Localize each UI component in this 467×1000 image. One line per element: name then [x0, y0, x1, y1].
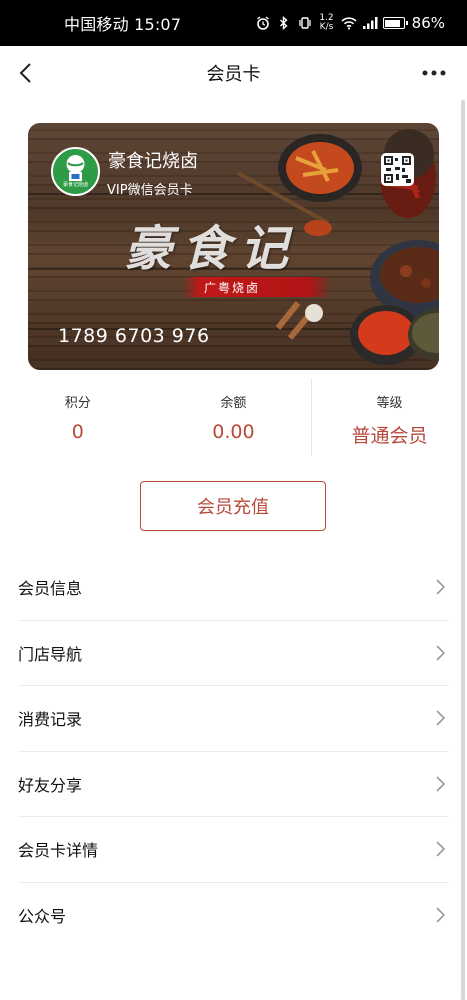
menu-item-label: 公众号	[18, 907, 67, 927]
membership-card: 豪食记烧卤 豪食记烧卤 VIP微信会员卡 豪食记 广粤烧卤 1789 6703 …	[28, 123, 439, 370]
menu-item-official-account[interactable]: 公众号	[18, 883, 449, 949]
signal-icon	[362, 16, 378, 30]
stat-label: 余额	[220, 396, 247, 411]
vibrate-icon	[298, 16, 312, 30]
menu-item-purchase-history[interactable]: 消费记录	[18, 686, 449, 752]
menu-item-label: 会员卡详情	[18, 841, 99, 861]
menu-list: 会员信息 门店导航 消费记录 好友分享 会员卡详情 公众号	[18, 555, 449, 948]
menu-item-store-navigation[interactable]: 门店导航	[18, 621, 449, 686]
stat-balance[interactable]: 余额 0.00	[156, 378, 312, 456]
menu-item-member-info[interactable]: 会员信息	[18, 555, 449, 621]
stat-value: 0	[71, 421, 84, 443]
menu-item-share-friends[interactable]: 好友分享	[18, 752, 449, 817]
qr-code-button[interactable]	[381, 153, 414, 186]
chevron-right-icon	[436, 710, 446, 726]
menu-item-label: 消费记录	[18, 710, 83, 730]
chevron-right-icon	[436, 906, 446, 923]
battery-icon	[382, 17, 408, 29]
ribbon-text: 广粤烧卤	[204, 281, 261, 295]
recharge-button[interactable]: 会员充值	[140, 481, 326, 531]
stat-label: 积分	[64, 396, 91, 411]
stat-value: 0.00	[212, 421, 255, 443]
net-speed: 1.2 K/s	[319, 13, 334, 32]
stat-label: 等级	[376, 396, 403, 411]
scrollbar[interactable]	[461, 100, 465, 1000]
brand-calligraphy: 豪食记	[124, 221, 299, 277]
carrier-time: 中国移动 15:07	[64, 15, 182, 34]
page-title: 会员卡	[206, 64, 261, 85]
qr-code-icon	[384, 156, 411, 183]
chevron-right-icon	[436, 775, 446, 792]
chevron-right-icon	[436, 841, 446, 857]
chevron-right-icon	[436, 579, 446, 595]
menu-item-card-details[interactable]: 会员卡详情	[18, 817, 449, 883]
stat-value: 普通会员	[351, 425, 428, 447]
more-icon	[422, 70, 446, 76]
chevron-right-icon	[436, 644, 446, 661]
member-stats: 积分 0 余额 0.00 等级 普通会员	[0, 378, 467, 456]
alarm-icon	[256, 16, 270, 30]
more-button[interactable]	[419, 60, 449, 86]
battery-percent: 86%	[411, 14, 445, 32]
menu-item-label: 门店导航	[18, 644, 83, 664]
stat-points[interactable]: 积分 0	[0, 378, 156, 456]
menu-item-label: 会员信息	[18, 579, 83, 599]
chevron-left-icon	[19, 63, 31, 83]
stat-level[interactable]: 等级 普通会员	[311, 378, 467, 456]
wifi-icon	[341, 16, 357, 30]
status-bar: 中国移动 15:07 1.2 K/s 86%	[0, 0, 467, 46]
back-button[interactable]	[10, 58, 40, 88]
menu-item-label: 好友分享	[18, 775, 83, 795]
brand-name: 豪食记烧卤	[108, 151, 198, 172]
nav-bar: 会员卡	[0, 46, 467, 100]
brand-logo: 豪食记烧卤	[51, 147, 100, 196]
bluetooth-icon	[277, 16, 291, 30]
vip-label: VIP微信会员卡	[107, 183, 193, 198]
status-icons: 1.2 K/s 86%	[256, 14, 445, 32]
card-number: 1789 6703 976	[58, 325, 210, 347]
